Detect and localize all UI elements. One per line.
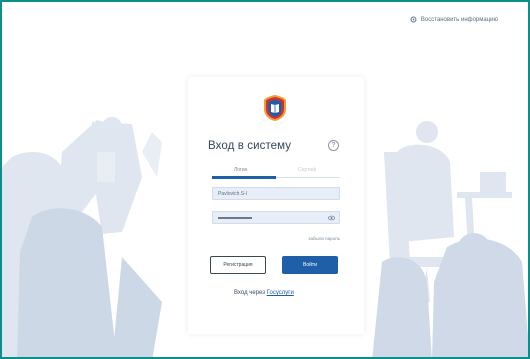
help-icon[interactable]: ? <box>328 140 339 151</box>
forgot-password-link[interactable]: забыли пароль <box>308 236 340 241</box>
tab-active-indicator <box>212 176 276 179</box>
eye-icon[interactable] <box>328 215 335 221</box>
login-button[interactable]: Войти <box>282 256 338 274</box>
alt-login-prefix: Вход через <box>234 290 265 296</box>
login-card: Вход в систему ? Логин Сертиф Pavlovich.… <box>188 77 364 334</box>
tab-login[interactable]: Логин <box>234 167 247 173</box>
tab-certificate[interactable]: Сертиф <box>298 167 316 173</box>
password-mask <box>218 217 252 219</box>
app-frame: Восстановить информацию Вход в систему ?… <box>0 0 530 359</box>
password-field[interactable] <box>212 211 340 224</box>
username-field[interactable]: Pavlovich.S-l <box>212 187 340 200</box>
login-title: Вход в систему <box>208 140 292 152</box>
login-tabs: Логин Сертиф <box>212 167 340 181</box>
gear-icon <box>410 16 417 23</box>
gosuslugi-link[interactable]: Госуслуги <box>267 290 294 296</box>
top-restore-label: Восстановить информацию <box>420 16 498 23</box>
shield-book-logo <box>264 95 286 121</box>
alt-login: Вход через Госуслуги <box>234 290 294 296</box>
top-restore-link[interactable]: Восстановить информацию <box>410 16 498 23</box>
register-button[interactable]: Регистрация <box>210 256 266 274</box>
